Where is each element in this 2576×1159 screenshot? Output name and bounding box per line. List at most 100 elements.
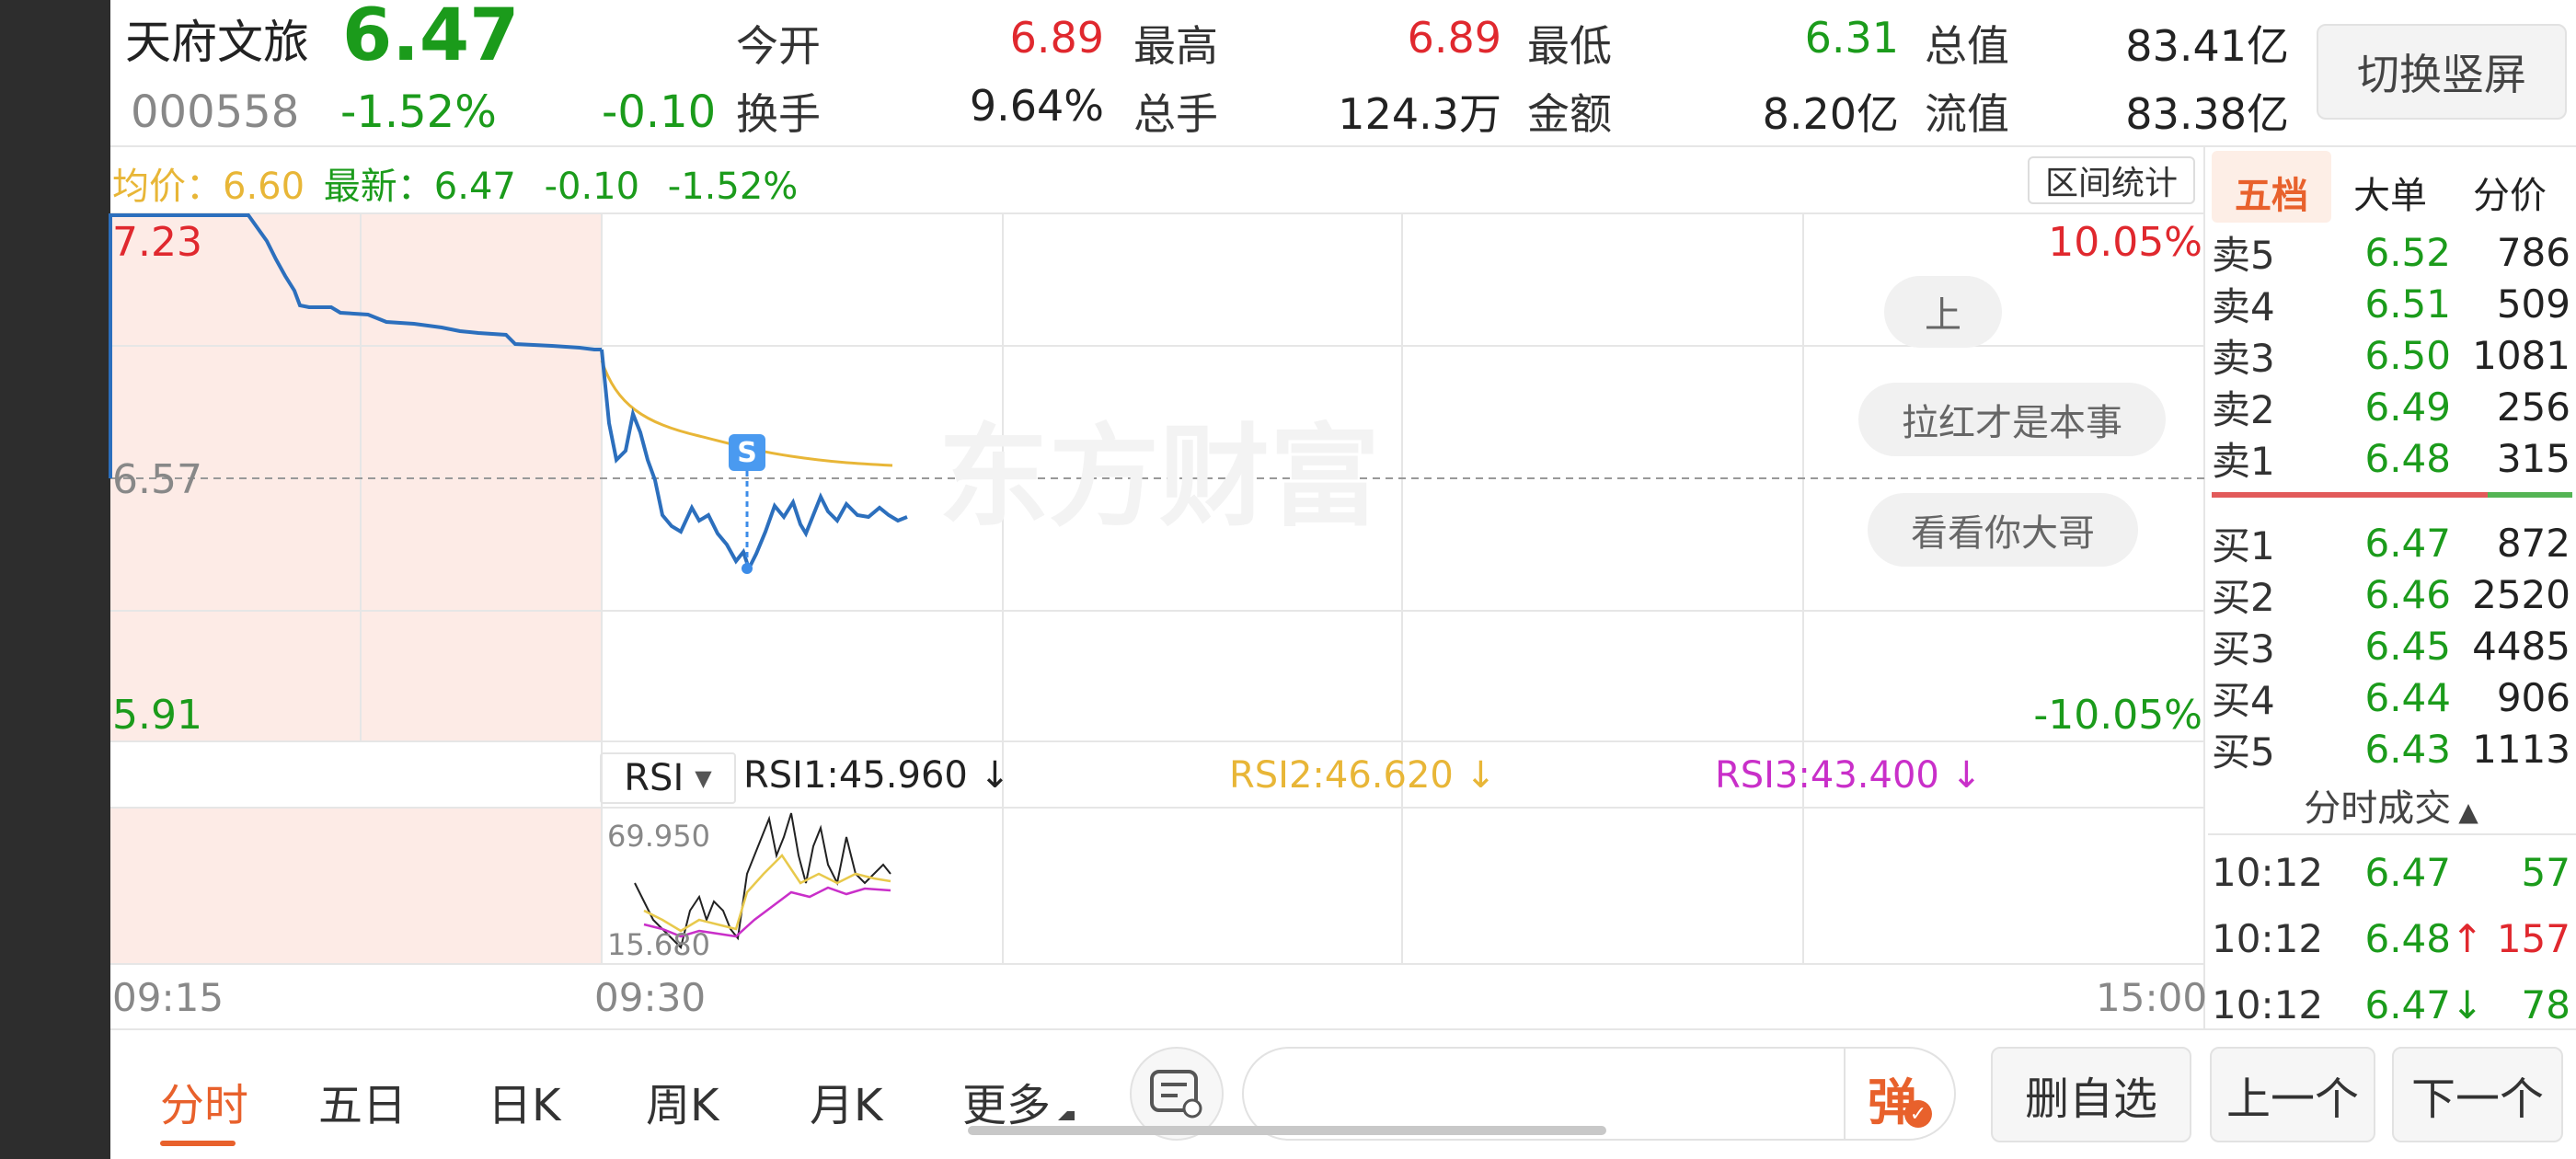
buy-volume: 872 <box>2496 520 2570 566</box>
sell-row[interactable]: 卖4 6.51 509 <box>2212 278 2570 329</box>
orderbook-tab-five[interactable]: 五档 <box>2212 166 2331 219</box>
period-tab-2[interactable]: 日K <box>488 1069 560 1133</box>
trades-title[interactable]: 分时成交 ▲ <box>2212 778 2570 832</box>
orderbook-tab-price[interactable]: 分价 <box>2451 166 2569 219</box>
sell-pressure-bar <box>2212 492 2488 498</box>
previous-stock-button[interactable]: 上一个 <box>2210 1047 2375 1142</box>
sell-label: 卖1 <box>2212 438 2275 484</box>
buy-price: 6.44 <box>2364 674 2451 720</box>
rsi3-value: RSI3:43.400 ↓ <box>1715 754 1983 797</box>
buy-label: 买1 <box>2212 522 2275 568</box>
sell-label: 卖4 <box>2212 283 2275 329</box>
dropdown-caret-icon: ▼ <box>695 765 712 791</box>
buy-row[interactable]: 买1 6.47 872 <box>2212 517 2570 568</box>
price-axis-mid: 6.57 <box>112 456 202 503</box>
pct-axis-bottom: -10.05% <box>2033 692 2202 739</box>
signal-dot <box>742 563 753 574</box>
sell-orders: 卖5 6.52 786 卖4 6.51 509 卖3 6.50 1081 卖2 6.49 256 卖1 6… <box>2212 226 2570 484</box>
indicator-selector-label: RSI <box>624 757 684 799</box>
buy-row[interactable]: 买4 6.44 906 <box>2212 671 2570 723</box>
trade-time: 10:12 <box>2212 849 2324 895</box>
comment-pill-brother[interactable]: 看看你大哥 <box>1868 493 2138 567</box>
buy-row[interactable]: 买3 6.45 4485 <box>2212 620 2570 671</box>
trade-price: 6.47 <box>2364 849 2451 895</box>
buy-label: 买3 <box>2212 625 2275 671</box>
sell-price: 6.51 <box>2364 281 2451 327</box>
trade-row: 10:12 6.48↑ 157 <box>2212 905 2570 971</box>
time-axis-open: 09:30 <box>594 975 707 1020</box>
price-axis-bottom: 5.91 <box>112 692 202 739</box>
rsi1-value: RSI1:45.960 ↓ <box>743 754 1011 797</box>
danmu-check-icon: ✓ <box>1904 1100 1932 1128</box>
home-indicator <box>968 1126 1606 1135</box>
trade-row: 10:12 6.47↓ 78 <box>2212 971 2570 1038</box>
remove-watchlist-button[interactable]: 删自选 <box>1991 1047 2191 1142</box>
buy-price: 6.43 <box>2364 726 2451 772</box>
sell-row[interactable]: 卖1 6.48 315 <box>2212 432 2570 484</box>
sell-price: 6.50 <box>2364 332 2451 378</box>
watermark-text: 东方财富 <box>938 414 1380 542</box>
comment-pill-red[interactable]: 拉红才是本事 <box>1858 383 2166 456</box>
buy-orders: 买1 6.47 872 买2 6.46 2520 买3 6.45 4485 买4 6.44 906 买5… <box>2212 517 2570 775</box>
switch-orientation-button[interactable]: 切换竖屏 <box>2317 24 2567 120</box>
sell-volume: 1081 <box>2472 332 2570 378</box>
trade-time: 10:12 <box>2212 915 2324 961</box>
period-tab-5[interactable]: 更多 <box>962 1069 1051 1133</box>
buy-label: 买2 <box>2212 574 2275 620</box>
active-tab-indicator <box>160 1141 236 1146</box>
sell-volume: 509 <box>2496 281 2570 327</box>
buy-volume: 1113 <box>2472 726 2570 772</box>
buy-price: 6.47 <box>2364 520 2451 566</box>
sell-row[interactable]: 卖3 6.50 1081 <box>2212 329 2570 381</box>
caret-up-icon: ▲ <box>2458 797 2478 827</box>
trade-list: 10:12 6.47 57 10:12 6.48↑ 157 10:12 6.47↓ 78 <box>2212 839 2570 1038</box>
period-tab-0[interactable]: 分时 <box>160 1069 248 1133</box>
more-corner-icon <box>1058 1104 1075 1120</box>
time-axis-start: 09:15 <box>112 975 224 1020</box>
sell-label: 卖5 <box>2212 232 2275 278</box>
orderbook-tab-large[interactable]: 大单 <box>2331 166 2449 219</box>
sell-row[interactable]: 卖5 6.52 786 <box>2212 226 2570 278</box>
rsi-min-label: 15.680 <box>607 927 710 962</box>
buy-price: 6.45 <box>2364 623 2451 669</box>
sell-price: 6.49 <box>2364 384 2451 430</box>
pct-axis-top: 10.05% <box>2048 219 2202 266</box>
comment-pill-up[interactable]: 上 <box>1884 276 2002 348</box>
comment-list-icon <box>1150 1070 1202 1119</box>
period-tab-1[interactable]: 五日 <box>318 1069 407 1133</box>
trades-divider <box>2208 833 2576 835</box>
sell-label: 卖3 <box>2212 335 2275 381</box>
trade-arrow-icon: ↑ <box>2451 915 2484 961</box>
sell-volume: 786 <box>2496 229 2570 275</box>
danmu-divider <box>1844 1047 1846 1141</box>
sell-label: 卖2 <box>2212 386 2275 432</box>
sell-price: 6.48 <box>2364 435 2451 481</box>
trade-volume: 157 <box>2496 915 2570 961</box>
period-tab-4[interactable]: 月K <box>810 1069 882 1133</box>
buy-price: 6.46 <box>2364 571 2451 617</box>
trade-row: 10:12 6.47 57 <box>2212 839 2570 905</box>
buy-volume: 906 <box>2496 674 2570 720</box>
buy-row[interactable]: 买2 6.46 2520 <box>2212 568 2570 620</box>
signal-badge-text: S <box>737 437 757 469</box>
buy-row[interactable]: 买5 6.43 1113 <box>2212 723 2570 775</box>
sell-row[interactable]: 卖2 6.49 256 <box>2212 381 2570 432</box>
indicator-selector[interactable]: RSI ▼ <box>600 752 736 804</box>
sell-volume: 315 <box>2496 435 2570 481</box>
time-axis-close: 15:00 <box>2096 975 2208 1020</box>
buy-label: 买4 <box>2212 677 2275 723</box>
buy-pressure-bar <box>2488 492 2572 498</box>
next-stock-button[interactable]: 下一个 <box>2392 1047 2563 1142</box>
trade-time: 10:12 <box>2212 981 2324 1027</box>
trade-arrow-icon: ↓ <box>2451 981 2484 1027</box>
trade-price: 6.48↑ <box>2364 915 2484 961</box>
buy-volume: 4485 <box>2472 623 2570 669</box>
premarket-shade-rsi <box>110 808 602 964</box>
buy-volume: 2520 <box>2472 571 2570 617</box>
buy-label: 买5 <box>2212 729 2275 775</box>
tabbar-divider <box>110 1028 2576 1030</box>
trade-price: 6.47↓ <box>2364 981 2484 1027</box>
intraday-chart: 东方财富 S <box>109 147 2205 1030</box>
period-tab-3[interactable]: 周K <box>646 1069 719 1133</box>
sell-price: 6.52 <box>2364 229 2451 275</box>
